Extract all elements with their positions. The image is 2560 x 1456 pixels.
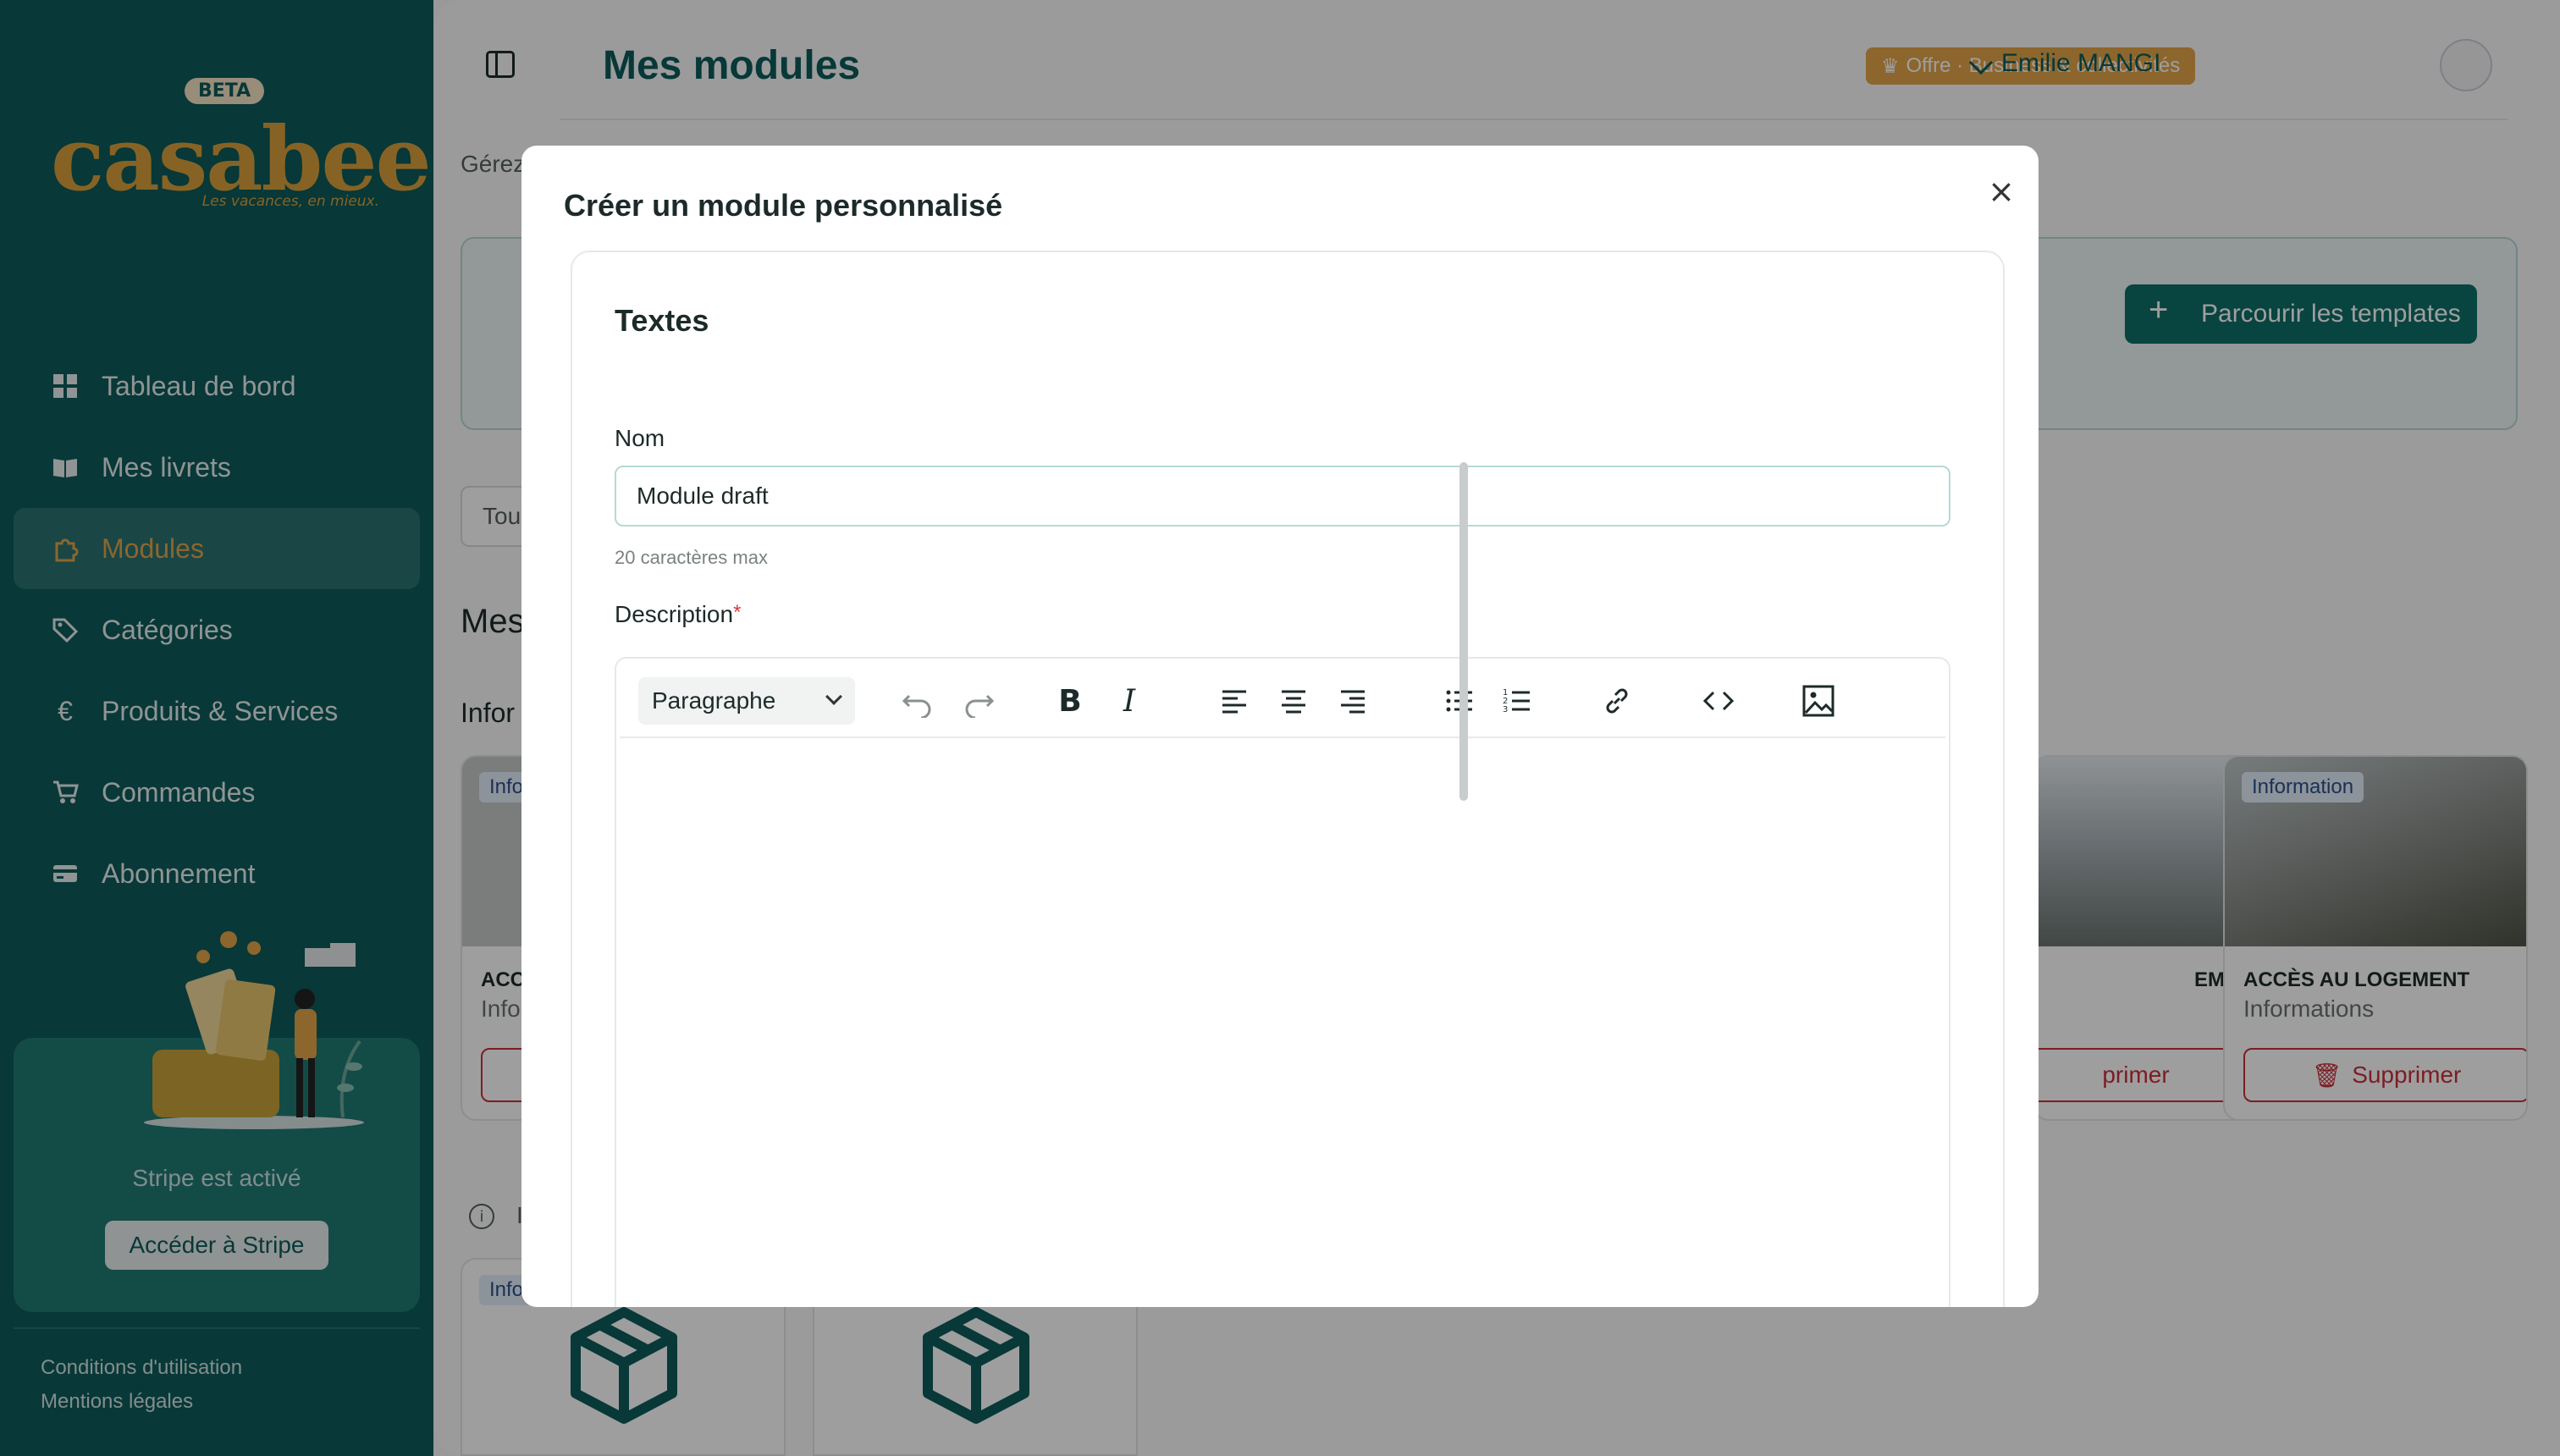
image-icon[interactable] bbox=[1796, 679, 1840, 723]
editor-toolbar: Paragraphe B I 1 2 3 bbox=[620, 662, 1945, 738]
description-label-text: Description bbox=[615, 601, 734, 627]
modal-title: Créer un module personnalisé bbox=[564, 188, 1003, 223]
description-label: Description* bbox=[615, 601, 741, 628]
italic-icon[interactable]: I bbox=[1107, 679, 1151, 723]
bold-icon[interactable]: B bbox=[1048, 679, 1092, 723]
undo-icon[interactable] bbox=[896, 679, 940, 723]
close-icon[interactable]: × bbox=[1984, 173, 2018, 210]
link-icon[interactable] bbox=[1595, 679, 1639, 723]
modal-scrollbar[interactable] bbox=[1459, 462, 1468, 801]
align-center-icon[interactable] bbox=[1272, 679, 1316, 723]
redo-icon[interactable] bbox=[957, 679, 1001, 723]
create-module-modal: Créer un module personnalisé × Textes No… bbox=[521, 146, 2039, 1307]
svg-text:3: 3 bbox=[1503, 705, 1508, 714]
numbered-list-icon[interactable]: 123 bbox=[1495, 679, 1539, 723]
paragraph-style-select[interactable]: Paragraphe bbox=[638, 677, 855, 725]
align-left-icon[interactable] bbox=[1212, 679, 1256, 723]
paragraph-style-value: Paragraphe bbox=[652, 687, 776, 714]
texts-section: Textes Nom 20 caractères max Description… bbox=[571, 251, 2005, 1307]
description-editor[interactable]: Paragraphe B I 1 2 3 bbox=[615, 657, 1950, 1307]
name-label: Nom bbox=[615, 425, 665, 451]
required-mark: * bbox=[733, 601, 742, 624]
align-right-icon[interactable] bbox=[1331, 679, 1375, 723]
chevron-down-icon bbox=[825, 688, 842, 705]
section-title: Textes bbox=[615, 303, 709, 338]
name-field[interactable] bbox=[615, 466, 1950, 527]
code-icon[interactable] bbox=[1697, 679, 1741, 723]
name-hint: 20 caractères max bbox=[615, 547, 768, 568]
